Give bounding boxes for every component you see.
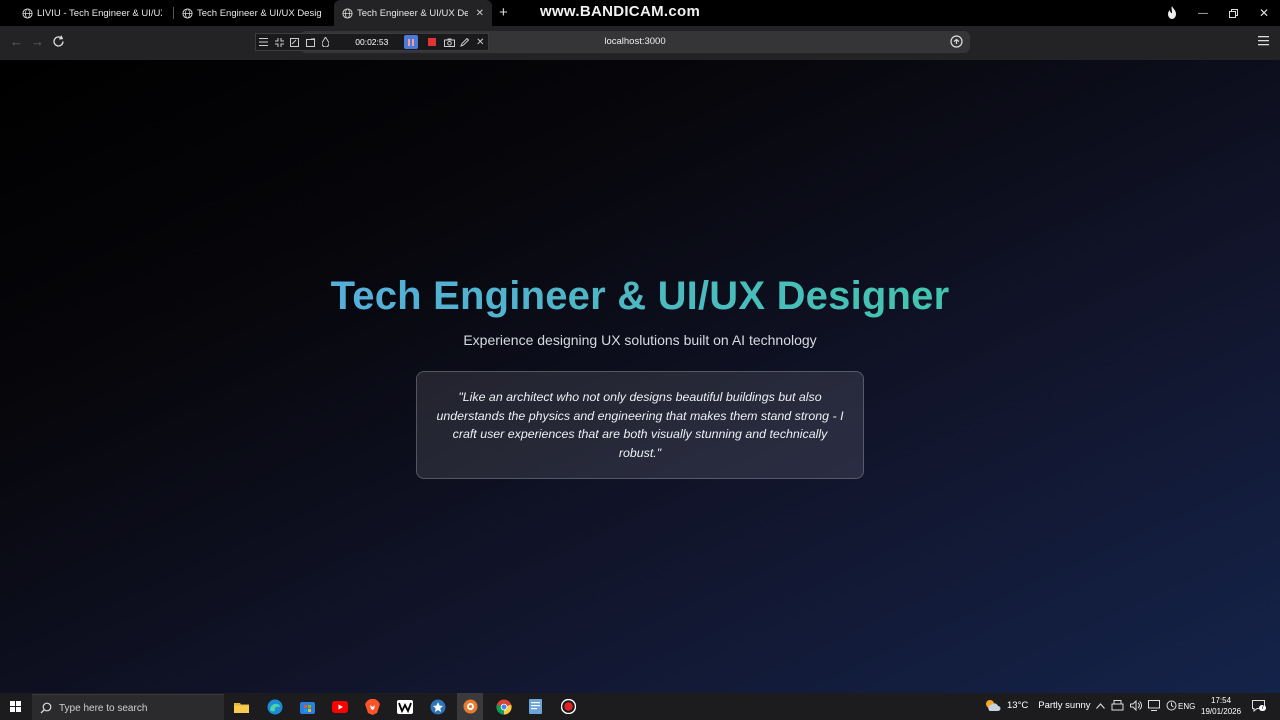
windows-start-icon[interactable] xyxy=(10,701,21,712)
kodi-icon[interactable] xyxy=(429,698,446,715)
stop-button[interactable] xyxy=(427,38,436,46)
globe-icon xyxy=(22,7,33,19)
recording-timer: 00:02:53 xyxy=(355,37,389,47)
chrome-icon[interactable] xyxy=(495,698,512,715)
new-tab-button[interactable]: + xyxy=(499,4,508,21)
youtube-icon[interactable] xyxy=(331,698,348,715)
weather-condition: Partly sunny xyxy=(1038,699,1091,711)
hero-section: Tech Engineer & UI/UX Designer Experienc… xyxy=(0,60,1280,693)
pencil-icon[interactable] xyxy=(457,34,472,50)
search-placeholder: Type here to search xyxy=(59,703,148,714)
drop-icon[interactable] xyxy=(318,34,333,50)
globe-icon xyxy=(182,7,193,19)
clock[interactable]: 17:54 19/01/2026 xyxy=(1201,695,1241,717)
flame-icon[interactable] xyxy=(1166,6,1178,19)
bandicam-icon[interactable] xyxy=(457,693,483,720)
hero-subtitle: Experience designing UX solutions built … xyxy=(463,332,817,348)
chevron-up-icon[interactable] xyxy=(1096,702,1105,709)
sync-icon[interactable] xyxy=(1166,700,1177,711)
navigation-bar: ← → localhost:3000 xyxy=(0,26,1280,60)
taskbar-search[interactable]: Type here to search xyxy=(32,694,224,720)
weather-temperature: 13°C xyxy=(1007,699,1029,711)
clock-date: 19/01/2026 xyxy=(1201,707,1242,716)
globe-icon xyxy=(342,7,353,19)
close-tab-icon[interactable]: ✕ xyxy=(476,8,484,19)
camera-icon[interactable] xyxy=(442,34,457,50)
notification-count: 7 xyxy=(1259,705,1267,711)
store-icon[interactable] xyxy=(299,698,316,715)
hero-title: Tech Engineer & UI/UX Designer xyxy=(0,274,1280,319)
tab-liviu[interactable]: LIVIU - Tech Engineer & UI/UX De xyxy=(14,0,170,26)
tab-designer-active[interactable]: Tech Engineer & UI/UX Desig ✕ xyxy=(334,0,492,26)
quote-card: "Like an architect who not only designs … xyxy=(416,371,864,479)
tab-title: Tech Engineer & UI/UX Designer xyxy=(197,7,322,19)
language-indicator[interactable]: ENG xyxy=(1178,702,1195,711)
taskbar: Type here to search 13°C Partly sunny EN… xyxy=(0,693,1280,720)
reload-icon[interactable] xyxy=(52,35,65,48)
search-icon xyxy=(40,702,52,714)
tab-strip: LIVIU - Tech Engineer & UI/UX De Tech En… xyxy=(0,0,1280,26)
hamburger-menu-icon[interactable] xyxy=(1258,36,1269,46)
minimize-icon[interactable]: — xyxy=(1198,0,1208,26)
bandicam-watermark: www.BANDICAM.com xyxy=(540,3,701,20)
close-recorder-icon[interactable]: ✕ xyxy=(473,34,488,50)
forward-arrow-icon[interactable]: → xyxy=(31,34,44,49)
recorder-toolbar: 00:02:53 ✕ xyxy=(255,33,489,51)
partly-sunny-icon xyxy=(986,700,1001,711)
pause-icon xyxy=(408,38,415,46)
close-window-icon[interactable]: ✕ xyxy=(1259,0,1269,26)
file-explorer-icon[interactable] xyxy=(233,698,250,715)
restore-icon[interactable] xyxy=(1229,0,1238,26)
resize-icon[interactable] xyxy=(271,34,286,50)
brave-icon[interactable] xyxy=(364,698,381,715)
shield-icon[interactable] xyxy=(950,35,963,48)
tab-designer[interactable]: Tech Engineer & UI/UX Designer xyxy=(174,0,330,26)
network-icon[interactable] xyxy=(1111,700,1124,711)
volume-icon[interactable] xyxy=(1130,700,1142,711)
notification-center[interactable]: 7 xyxy=(1252,699,1267,717)
tab-title: LIVIU - Tech Engineer & UI/UX De xyxy=(37,7,162,19)
record-icon[interactable] xyxy=(560,698,577,715)
pause-button[interactable] xyxy=(404,35,418,49)
clock-time: 17:54 xyxy=(1211,696,1232,705)
display-icon[interactable] xyxy=(1148,700,1160,711)
region-icon[interactable] xyxy=(287,34,302,50)
back-arrow-icon[interactable]: ← xyxy=(10,34,23,49)
quote-text: "Like an architect who not only designs … xyxy=(436,390,844,460)
menu-icon[interactable] xyxy=(256,34,271,50)
capcut-icon[interactable] xyxy=(396,698,413,715)
notepad-icon[interactable] xyxy=(527,698,544,715)
tab-title: Tech Engineer & UI/UX Desig xyxy=(357,7,468,19)
edge-icon[interactable] xyxy=(266,698,283,715)
fullscreen-icon[interactable] xyxy=(302,34,317,50)
weather-widget[interactable]: 13°C Partly sunny xyxy=(984,698,1091,712)
system-tray xyxy=(1096,700,1177,711)
